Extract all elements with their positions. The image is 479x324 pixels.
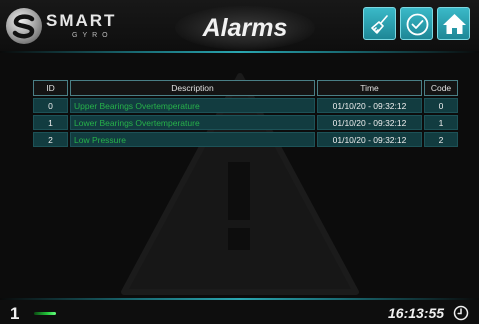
alarm-time: 01/10/20 - 09:32:12 (317, 132, 422, 147)
broom-icon (371, 15, 388, 34)
header-divider (0, 51, 479, 53)
home-button[interactable] (437, 7, 470, 40)
alarm-id: 1 (33, 115, 68, 130)
page-number: 1 (10, 304, 20, 323)
alarm-description: Lower Bearings Overtemperature (70, 115, 315, 130)
column-header-time[interactable]: Time (317, 80, 422, 96)
alarm-description: Low Pressure (70, 132, 315, 147)
logo-text: SMART (46, 11, 117, 30)
alarm-code: 2 (424, 132, 458, 147)
alarm-id: 2 (33, 132, 68, 147)
column-header-description[interactable]: Description (70, 80, 315, 96)
logo-subtext: GYRO (72, 32, 113, 39)
column-header-code[interactable]: Code (424, 80, 458, 96)
table-row[interactable]: 1 Lower Bearings Overtemperature 01/10/2… (33, 115, 458, 130)
table-row[interactable]: 2 Low Pressure 01/10/20 - 09:32:12 2 (33, 132, 458, 147)
home-icon (443, 14, 466, 34)
clock-time: 16:13:55 (388, 305, 445, 321)
status-indicator (34, 312, 56, 315)
acknowledge-button[interactable] (400, 7, 433, 40)
clock-icon (453, 305, 469, 321)
alarm-time: 01/10/20 - 09:32:12 (317, 98, 422, 113)
page-title: Alarms (202, 14, 288, 42)
footer-bar: 1 16:13:55 (0, 300, 479, 324)
alarm-code: 0 (424, 98, 458, 113)
alarm-description: Upper Bearings Overtemperature (70, 98, 315, 113)
alarm-id: 0 (33, 98, 68, 113)
alarm-time: 01/10/20 - 09:32:12 (317, 115, 422, 130)
check-circle-icon (406, 13, 429, 36)
column-header-id[interactable]: ID (33, 80, 68, 96)
alarm-code: 1 (424, 115, 458, 130)
reset-alarms-button[interactable] (363, 7, 396, 40)
logo-badge (6, 8, 42, 44)
table-row[interactable]: 0 Upper Bearings Overtemperature 01/10/2… (33, 98, 458, 113)
alarms-table: ID Description Time Code 0 Upper Bearing… (31, 78, 460, 149)
